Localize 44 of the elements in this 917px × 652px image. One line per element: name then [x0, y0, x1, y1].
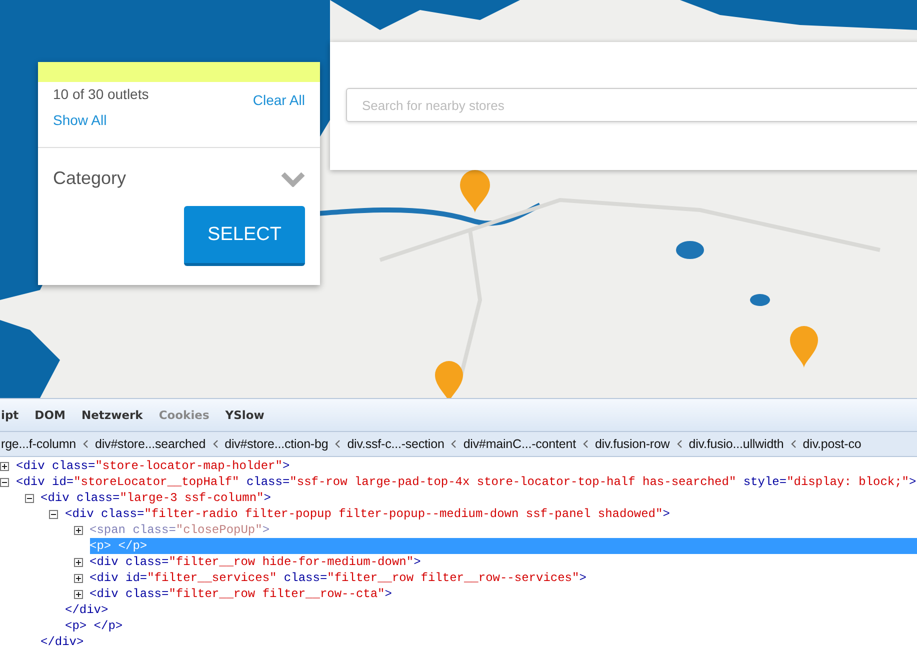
breadcrumb-item[interactable]: div.fusio...ullwidth	[688, 437, 784, 451]
code-line[interactable]: <span class="closePopUp">	[90, 522, 270, 538]
chevron-left-icon	[83, 440, 88, 448]
breadcrumb-item[interactable]: div.fusion-row	[594, 437, 670, 451]
chevron-left-icon	[212, 440, 218, 448]
minus-box-icon[interactable]	[24, 494, 34, 502]
clear-all-link[interactable]: Clear All	[252, 92, 305, 108]
code-line[interactable]: </div>	[65, 602, 108, 618]
code-line[interactable]: <div class="filter__row filter__row--cta">	[90, 586, 392, 602]
plus-box-icon[interactable]	[74, 526, 82, 534]
breadcrumb-item[interactable]: div#store...searched	[95, 437, 206, 451]
minus-box-icon[interactable]	[0, 478, 9, 486]
code-line[interactable]: <div id="storeLocator__topHalf" class="ssf-row large-pad-top-4x store-locator-top-half has-searched" style="display: block;">	[16, 474, 916, 490]
code-line[interactable]: <div class="filter-radio filter-popup filter-popup--medium-down ssf-panel shadowed">	[65, 506, 670, 522]
search-field[interactable]: Search for nearby stores	[346, 88, 917, 122]
breadcrumb-item[interactable]: div.post-co	[802, 437, 862, 451]
plus-box-icon[interactable]	[0, 462, 9, 470]
devtools-tab[interactable]: ipt	[1, 406, 19, 424]
breadcrumb-item[interactable]: div#store...ction-bg	[224, 437, 328, 451]
chevron-left-icon	[790, 440, 796, 448]
breadcrumb-item[interactable]: div.ssf-c...-section	[347, 437, 444, 451]
chevron-left-icon	[582, 440, 588, 448]
code-line[interactable]: <div class="store-locator-map-holder">	[16, 458, 290, 474]
plus-box-icon[interactable]	[74, 574, 82, 582]
chevron-left-icon	[676, 440, 682, 448]
devtools-tab[interactable]: YSlow	[225, 406, 264, 424]
code-line[interactable]: <div class="filter__row hide-for-medium-down">	[90, 554, 421, 570]
breadcrumb-item[interactable]: rge...f-column	[1, 437, 76, 451]
select-button[interactable]: SELECT	[184, 206, 305, 266]
show-all-link[interactable]: Show All	[53, 112, 149, 128]
code-line[interactable]: <p> </p>	[65, 618, 123, 634]
chevron-left-icon	[335, 440, 340, 448]
plus-box-icon[interactable]	[74, 590, 82, 598]
chevron-left-icon	[451, 440, 456, 448]
category-label: Category	[53, 168, 126, 189]
code-line[interactable]: <div class="large-3 ssf-column">	[40, 490, 271, 506]
code-line[interactable]: </div>	[40, 634, 84, 650]
plus-box-icon[interactable]	[74, 558, 82, 566]
outlet-count: 10 of 30 outlets	[53, 86, 149, 102]
code-line[interactable]: <div id="filter__services" class="filter__row filter__row--services">	[90, 570, 586, 586]
devtools-tab[interactable]: Netzwerk	[81, 406, 143, 424]
breadcrumb-item[interactable]: div#mainC...-content	[463, 437, 576, 451]
minus-box-icon[interactable]	[49, 510, 58, 518]
devtools-tab[interactable]: DOM	[34, 406, 66, 424]
